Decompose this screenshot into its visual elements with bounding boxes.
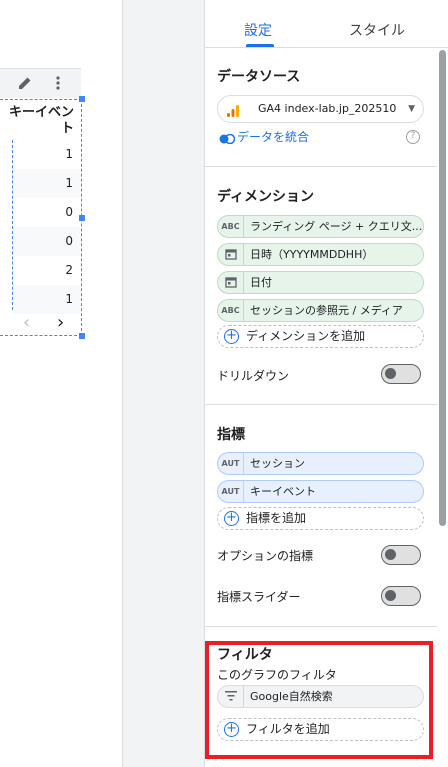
next-page-icon[interactable]: ›: [57, 312, 64, 333]
metric-chip[interactable]: AUT セッション: [217, 452, 424, 475]
drilldown-label: ドリルダウン: [217, 369, 290, 383]
dimension-chip-label: 日付: [250, 276, 272, 289]
properties-panel: 設定 スタイル データソース GA4 index-lab.jp_202510 ▼…: [204, 0, 448, 767]
toggle-knob: [385, 590, 396, 601]
table-row: 0: [13, 227, 81, 256]
metric-chip-label: セッション: [250, 457, 305, 470]
toggle-knob: [385, 549, 396, 560]
help-icon[interactable]: ?: [406, 130, 420, 144]
metric-title: 指標: [217, 427, 245, 443]
table-row: 2: [65, 263, 73, 277]
blend-data-link[interactable]: データを統合: [219, 128, 309, 145]
toggle-knob: [385, 368, 396, 379]
dimension-chip[interactable]: ABC ランディング ページ + クエリ文...: [217, 215, 424, 238]
add-dimension-label: ディメンションを追加: [246, 329, 366, 343]
datasource-title: データソース: [217, 69, 301, 85]
section-divider: [205, 404, 437, 405]
panel-tabs: 設定 スタイル: [205, 0, 448, 48]
tab-setup[interactable]: 設定: [244, 20, 272, 40]
blend-data-label: データを統合: [237, 130, 310, 144]
dimension-chip[interactable]: ABC セッションの参照元 / メディア: [217, 299, 424, 322]
report-canvas: キーイベント 1 1 0 0 2 1 ‹ ›: [0, 0, 122, 767]
datasource-select[interactable]: GA4 index-lab.jp_202510 ▼: [217, 95, 424, 123]
google-analytics-icon: [226, 102, 240, 117]
table-row: 1: [65, 147, 73, 161]
table-row: 1: [13, 169, 81, 198]
metric-chip[interactable]: AUT キーイベント: [217, 480, 424, 503]
active-tab-indicator: [246, 44, 274, 47]
add-circle-icon: +: [224, 511, 239, 526]
dimension-chip-label: 日時（YYYYMMDDHH）: [250, 248, 374, 261]
scrollbar-thumb[interactable]: [439, 50, 446, 526]
add-metric-button[interactable]: + 指標を追加: [217, 507, 424, 530]
calendar-icon: [218, 272, 244, 293]
add-metric-label: 指標を追加: [246, 511, 307, 525]
optional-metrics-toggle[interactable]: [381, 545, 421, 565]
metric-slider-toggle[interactable]: [381, 586, 421, 606]
dimension-chip[interactable]: 日付: [217, 271, 424, 294]
more-vert-icon[interactable]: [49, 75, 67, 93]
aggregation-type-icon: AUT: [218, 453, 244, 474]
text-type-icon: ABC: [218, 300, 244, 321]
blend-icon: [219, 133, 236, 144]
dimension-chip-label: セッションの参照元 / メディア: [250, 304, 403, 317]
add-dimension-button[interactable]: + ディメンションを追加: [217, 325, 424, 348]
dropdown-arrow-icon: ▼: [408, 104, 415, 114]
edit-icon[interactable]: [16, 75, 34, 93]
resize-handle[interactable]: [79, 96, 85, 102]
prev-page-icon[interactable]: ‹: [23, 312, 30, 333]
resize-handle[interactable]: [79, 333, 85, 339]
column-header-key-events[interactable]: キーイベント: [0, 100, 82, 140]
datasource-name: GA4 index-lab.jp_202510: [258, 102, 397, 115]
metric-slider-label: 指標スライダー: [217, 590, 301, 604]
dimension-chip-label: ランディング ページ + クエリ文...: [250, 220, 423, 233]
tab-style[interactable]: スタイル: [349, 20, 405, 40]
aggregation-type-icon: AUT: [218, 481, 244, 502]
section-divider: [205, 626, 437, 627]
text-type-icon: ABC: [218, 216, 244, 237]
resize-handle[interactable]: [79, 215, 85, 221]
drilldown-toggle[interactable]: [381, 364, 421, 384]
table-pager: ‹ ›: [13, 310, 81, 336]
calendar-icon: [218, 244, 244, 265]
data-table[interactable]: キーイベント 1 1 0 0 2 1 ‹ ›: [0, 99, 82, 336]
table-row: 0: [65, 205, 73, 219]
metric-chip-label: キーイベント: [250, 485, 316, 498]
section-divider: [205, 166, 437, 167]
dimension-title: ディメンション: [217, 189, 315, 205]
canvas-gutter: [122, 0, 204, 767]
add-circle-icon: +: [224, 329, 239, 344]
table-toolbar: [0, 68, 81, 98]
optional-metrics-label: オプションの指標: [217, 549, 314, 563]
highlight-box: [205, 641, 433, 759]
dimension-chip[interactable]: 日時（YYYYMMDDHH）: [217, 243, 424, 266]
